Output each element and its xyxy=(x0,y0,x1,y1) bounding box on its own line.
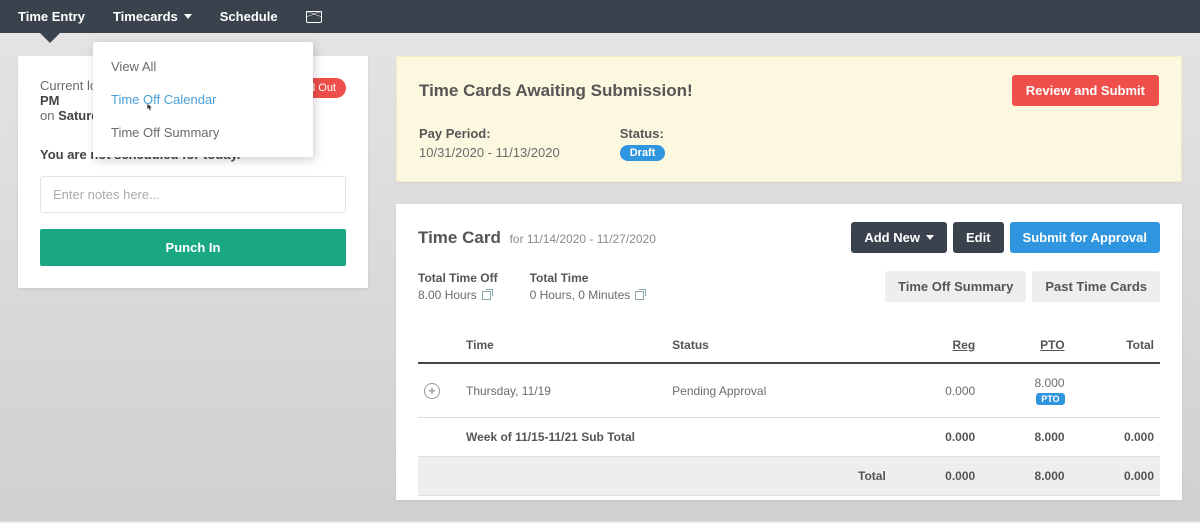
external-link-icon[interactable] xyxy=(635,291,644,300)
nav-timecards[interactable]: Timecards xyxy=(113,9,192,24)
dropdown-item-label: Time Off Summary xyxy=(111,125,219,140)
punch-in-button[interactable]: Punch In xyxy=(40,229,346,266)
right-column: Time Cards Awaiting Submission! Review a… xyxy=(396,56,1182,500)
timecard-panel: Time Card for 11/14/2020 - 11/27/2020 Ad… xyxy=(396,204,1182,500)
add-new-label: Add New xyxy=(864,230,920,245)
col-reg[interactable]: Reg xyxy=(892,328,981,363)
past-time-cards-button[interactable]: Past Time Cards xyxy=(1032,271,1160,302)
col-total: Total xyxy=(1071,328,1160,363)
nav-timecards-label: Timecards xyxy=(113,9,178,24)
cursor-icon xyxy=(146,103,158,115)
chevron-down-icon xyxy=(184,14,192,19)
total-time-value: 0 Hours, 0 Minutes xyxy=(530,288,631,302)
top-nav: Time Entry Timecards Schedule xyxy=(0,0,1200,33)
row-status: Pending Approval xyxy=(666,363,892,418)
pay-period-label: Pay Period: xyxy=(419,126,560,141)
pto-badge: PTO xyxy=(1036,393,1064,405)
timecard-title: Time Card for 11/14/2020 - 11/27/2020 xyxy=(418,228,656,248)
row-date: Thursday, 11/19 xyxy=(460,363,666,418)
nav-time-entry[interactable]: Time Entry xyxy=(18,9,85,24)
row-reg: 0.000 xyxy=(892,363,981,418)
punch-line3-prefix: on xyxy=(40,108,58,123)
alert-title: Time Cards Awaiting Submission! xyxy=(419,81,693,101)
subtotal-label: Week of 11/15-11/21 Sub Total xyxy=(460,418,892,457)
draft-badge: Draft xyxy=(620,145,666,161)
notes-input[interactable] xyxy=(40,176,346,213)
nav-mail[interactable] xyxy=(306,11,322,23)
grandtotal-reg: 0.000 xyxy=(892,457,981,496)
col-status: Status xyxy=(666,328,892,363)
timecard-table: Time Status Reg PTO Total + Thursday, 11… xyxy=(418,328,1160,496)
total-time-off-block: Total Time Off 8.00 Hours xyxy=(418,271,498,302)
total-time-off-label: Total Time Off xyxy=(418,271,498,285)
timecard-range-prefix: for xyxy=(510,232,527,246)
expand-row-icon[interactable]: + xyxy=(424,383,440,399)
status-block: Status: Draft xyxy=(620,126,666,161)
punch-line2: PM xyxy=(40,93,60,108)
external-link-icon[interactable] xyxy=(482,291,491,300)
awaiting-submission-panel: Time Cards Awaiting Submission! Review a… xyxy=(396,56,1182,182)
total-time-block: Total Time 0 Hours, 0 Minutes xyxy=(530,271,645,302)
nav-time-entry-label: Time Entry xyxy=(18,9,85,24)
grandtotal-label: Total xyxy=(666,457,892,496)
table-row: + Thursday, 11/19 Pending Approval 0.000… xyxy=(418,363,1160,418)
add-new-button[interactable]: Add New xyxy=(851,222,947,253)
chevron-down-icon xyxy=(926,235,934,240)
submit-approval-button[interactable]: Submit for Approval xyxy=(1010,222,1160,253)
timecard-title-text: Time Card xyxy=(418,228,501,247)
dropdown-item-label: Time Off Calendar xyxy=(111,92,217,107)
subtotal-reg: 0.000 xyxy=(892,418,981,457)
row-total xyxy=(1071,363,1160,418)
nav-schedule-label: Schedule xyxy=(220,9,278,24)
subtotal-pto: 8.000 xyxy=(981,418,1070,457)
dropdown-item-label: View All xyxy=(111,59,156,74)
status-label: Status: xyxy=(620,126,666,141)
dropdown-time-off-summary[interactable]: Time Off Summary xyxy=(93,116,313,149)
nav-schedule[interactable]: Schedule xyxy=(220,9,278,24)
timecard-actions: Add New Edit Submit for Approval xyxy=(851,222,1160,253)
grandtotal-total: 0.000 xyxy=(1071,457,1160,496)
review-submit-button[interactable]: Review and Submit xyxy=(1012,75,1159,106)
dropdown-view-all[interactable]: View All xyxy=(93,50,313,83)
timecards-dropdown: View All Time Off Calendar Time Off Summ… xyxy=(93,42,313,157)
timecard-range: 11/14/2020 - 11/27/2020 xyxy=(527,232,656,246)
total-time-off-value: 8.00 Hours xyxy=(418,288,477,302)
total-time-label: Total Time xyxy=(530,271,645,285)
totals-left: Total Time Off 8.00 Hours Total Time 0 H… xyxy=(418,271,644,302)
edit-button[interactable]: Edit xyxy=(953,222,1004,253)
mail-icon xyxy=(306,11,322,23)
col-time: Time xyxy=(460,328,666,363)
time-off-summary-button[interactable]: Time Off Summary xyxy=(885,271,1026,302)
grandtotal-pto: 8.000 xyxy=(981,457,1070,496)
dropdown-time-off-calendar[interactable]: Time Off Calendar xyxy=(93,83,313,116)
row-pto: 8.000 xyxy=(987,376,1064,390)
subtotal-row: Week of 11/15-11/21 Sub Total 0.000 8.00… xyxy=(418,418,1160,457)
total-row: Total 0.000 8.000 0.000 xyxy=(418,457,1160,496)
pay-period-value: 10/31/2020 - 11/13/2020 xyxy=(419,145,560,160)
row-pto-cell: 8.000 PTO xyxy=(981,363,1070,418)
col-pto[interactable]: PTO xyxy=(981,328,1070,363)
pay-period-block: Pay Period: 10/31/2020 - 11/13/2020 xyxy=(419,126,560,161)
subtotal-total: 0.000 xyxy=(1071,418,1160,457)
totals-right: Time Off Summary Past Time Cards xyxy=(885,271,1160,302)
